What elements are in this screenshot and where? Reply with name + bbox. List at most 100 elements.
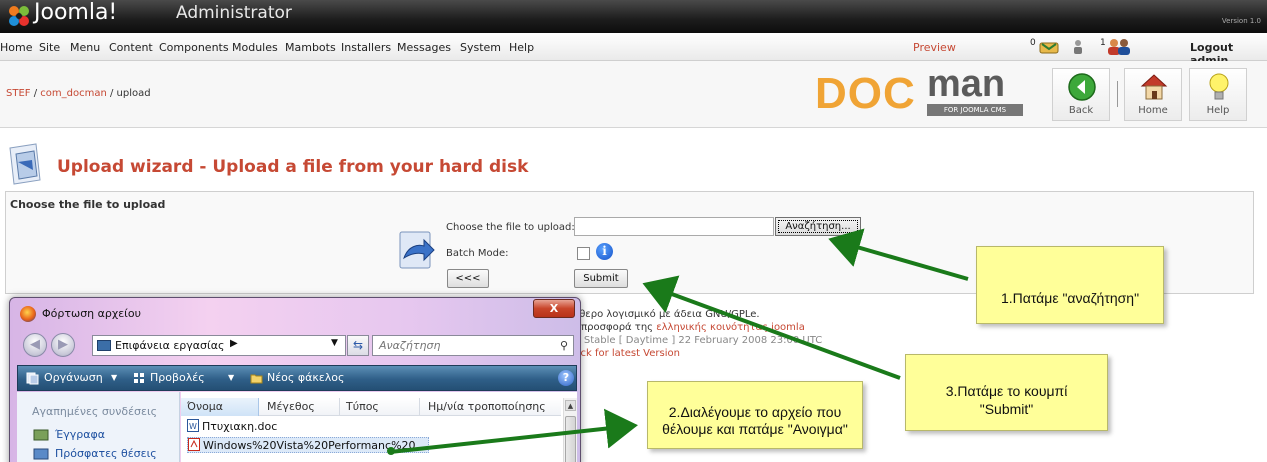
file-list-scrollbar[interactable]: ▲ xyxy=(563,398,577,462)
footer-community-text: ια προσφορά της xyxy=(568,322,657,333)
upload-wizard-icon xyxy=(399,231,435,269)
info-icon[interactable]: i xyxy=(596,243,613,260)
file-field-label: Choose the file to upload: xyxy=(446,222,575,233)
breadcrumb-com-docman[interactable]: com_docman xyxy=(40,88,107,99)
menu-modules[interactable]: Modules xyxy=(232,41,278,54)
file-row-selected[interactable]: Windows%20Vista%20Performanc%20... xyxy=(187,437,429,453)
callout-1-text: 1.Πατάμε "αναζήτηση" xyxy=(1000,290,1140,306)
users-icon[interactable] xyxy=(1106,38,1132,55)
callout-2-line1: 2.Διαλέγουμε το αρχείο που xyxy=(668,404,842,420)
home-house-icon xyxy=(1140,74,1168,100)
word-doc-icon: W xyxy=(187,419,199,432)
favorites-item-recent[interactable]: Πρόσφατες θέσεις xyxy=(55,447,157,460)
favorites-header: Αγαπημένες συνδέσεις xyxy=(32,405,158,418)
desktop-icon xyxy=(97,340,111,351)
back-button[interactable]: Back xyxy=(1052,68,1110,121)
file-list-header: Όνομα Μέγεθος Τύπος Ημ/νία τροποποίησης xyxy=(181,398,561,416)
dialog-help-icon[interactable]: ? xyxy=(558,370,574,386)
browse-button[interactable]: Αναζήτηση... xyxy=(775,217,861,236)
back-label: Back xyxy=(1068,105,1094,116)
menu-site[interactable]: Site xyxy=(39,41,60,54)
dialog-search-input[interactable]: Αναζήτηση ⚲ xyxy=(372,335,574,356)
joomla-logo-text: Joomla! xyxy=(34,0,118,25)
address-dropdown-icon[interactable]: ▼ xyxy=(331,338,338,348)
breadcrumb-stef[interactable]: STEF xyxy=(6,88,31,99)
messages-icon[interactable] xyxy=(1038,38,1060,55)
nav-back-button[interactable]: ◀ xyxy=(23,333,47,357)
address-text: Επιφάνεια εργασίας xyxy=(115,339,225,352)
menu-system[interactable]: System xyxy=(460,41,501,54)
preview-link[interactable]: Preview xyxy=(913,41,956,54)
callout-2-line2: θέλουμε και πατάμε "Ανοιγμα" xyxy=(662,421,848,437)
address-chevron-icon: ▶ xyxy=(230,338,238,349)
scroll-thumb[interactable] xyxy=(565,416,576,462)
organize-dropdown-icon[interactable]: ▼ xyxy=(111,373,117,382)
callout-note-3: 3.Πατάμε το κουμπί "Submit" xyxy=(905,354,1108,431)
help-button[interactable]: Help xyxy=(1189,68,1247,121)
toolbar-views[interactable]: Προβολές xyxy=(150,371,205,384)
toolbar-organize[interactable]: Οργάνωση xyxy=(44,371,103,384)
favorites-item-documents[interactable]: Έγγραφα xyxy=(55,428,105,441)
docman-logo: DOC man FOR JOOMLA CMS xyxy=(815,63,1025,123)
documents-icon xyxy=(33,429,49,441)
footer-check-version-link[interactable]: heck for latest Version xyxy=(568,348,680,359)
column-type[interactable]: Τύπος xyxy=(346,400,379,413)
file-path-input[interactable] xyxy=(574,217,774,236)
menu-menu[interactable]: Menu xyxy=(70,41,100,54)
messages-count: 0 xyxy=(1030,38,1036,48)
menu-content[interactable]: Content xyxy=(109,41,153,54)
upload-wizard-title-icon xyxy=(9,143,41,185)
previous-button[interactable]: <<< xyxy=(447,269,489,288)
organize-icon xyxy=(26,372,39,385)
column-size[interactable]: Μέγεθος xyxy=(267,400,315,413)
submit-button[interactable]: Submit xyxy=(574,269,628,288)
breadcrumb-sep: / xyxy=(106,88,117,99)
page-title: Upload wizard - Upload a file from your … xyxy=(57,157,529,177)
file-upload-dialog: Φόρτωση αρχείου X ◀ ▶ Επιφάνεια εργασίας… xyxy=(9,297,581,462)
batch-mode-checkbox[interactable] xyxy=(577,247,590,260)
pdf-icon xyxy=(188,438,200,451)
footer-version: ρή Stable [ Daytime ] 22 February 2008 2… xyxy=(568,335,823,346)
search-icon: ⚲ xyxy=(559,339,568,352)
callout-3-line2: "Submit" xyxy=(979,401,1034,417)
address-bar[interactable]: Επιφάνεια εργασίας ▶ ▼ xyxy=(92,335,346,356)
column-separator xyxy=(419,398,420,416)
home-label: Home xyxy=(1138,105,1168,116)
menu-installers[interactable]: Installers xyxy=(341,41,391,54)
user-online-icon[interactable] xyxy=(1071,39,1085,55)
file-row[interactable]: W Πτυχιακη.doc xyxy=(187,419,277,435)
panel-title: Choose the file to upload xyxy=(10,198,166,211)
footer-license: εύθερο λογισμικό με άδεια GNU/GPLe. xyxy=(568,309,760,320)
refresh-icon[interactable]: ⇆ xyxy=(347,335,369,356)
docman-logo-tag: FOR JOOMLA CMS xyxy=(927,104,1023,116)
main-menu-bar: Home Site Menu Content Components Module… xyxy=(0,33,1267,67)
menu-help[interactable]: Help xyxy=(509,41,534,54)
new-folder-icon xyxy=(250,374,263,384)
scroll-up-arrow-icon[interactable]: ▲ xyxy=(565,400,576,411)
breadcrumb-sep: / xyxy=(30,88,41,99)
dialog-close-button[interactable]: X xyxy=(533,299,575,318)
nav-forward-button[interactable]: ▶ xyxy=(51,333,75,357)
favorites-pane: Αγαπημένες συνδέσεις Έγγραφα Πρόσφατες θ… xyxy=(17,392,180,462)
dialog-toolbar: Οργάνωση ▼ Προβολές ▼ Νέος φάκελος ? xyxy=(17,365,577,391)
column-name[interactable]: Όνομα xyxy=(187,400,223,413)
menu-mambots[interactable]: Mambots xyxy=(285,41,336,54)
file-name: Πτυχιακη.doc xyxy=(202,420,278,433)
column-modified[interactable]: Ημ/νία τροποποίησης xyxy=(428,400,546,413)
toolbar-new-folder[interactable]: Νέος φάκελος xyxy=(267,371,345,384)
column-separator xyxy=(339,398,340,416)
dialog-title: Φόρτωση αρχείου xyxy=(42,307,141,320)
menu-messages[interactable]: Messages xyxy=(397,41,451,54)
views-dropdown-icon[interactable]: ▼ xyxy=(228,373,234,382)
version-label: Version 1.0 xyxy=(1221,17,1261,25)
breadcrumb-upload: upload xyxy=(116,88,151,99)
callout-note-1: 1.Πατάμε "αναζήτηση" xyxy=(976,246,1164,324)
file-name: Windows%20Vista%20Performanc%20... xyxy=(203,439,427,452)
users-count: 1 xyxy=(1100,38,1106,48)
footer-community: ια προσφορά της ελληνικής κοινότητας joo… xyxy=(568,322,805,333)
footer-community-link[interactable]: ελληνικής κοινότητας joomla xyxy=(656,322,805,333)
batch-mode-label: Batch Mode: xyxy=(446,248,509,259)
menu-home[interactable]: Home xyxy=(0,41,32,54)
menu-components[interactable]: Components xyxy=(159,41,229,54)
home-button[interactable]: Home xyxy=(1124,68,1182,121)
